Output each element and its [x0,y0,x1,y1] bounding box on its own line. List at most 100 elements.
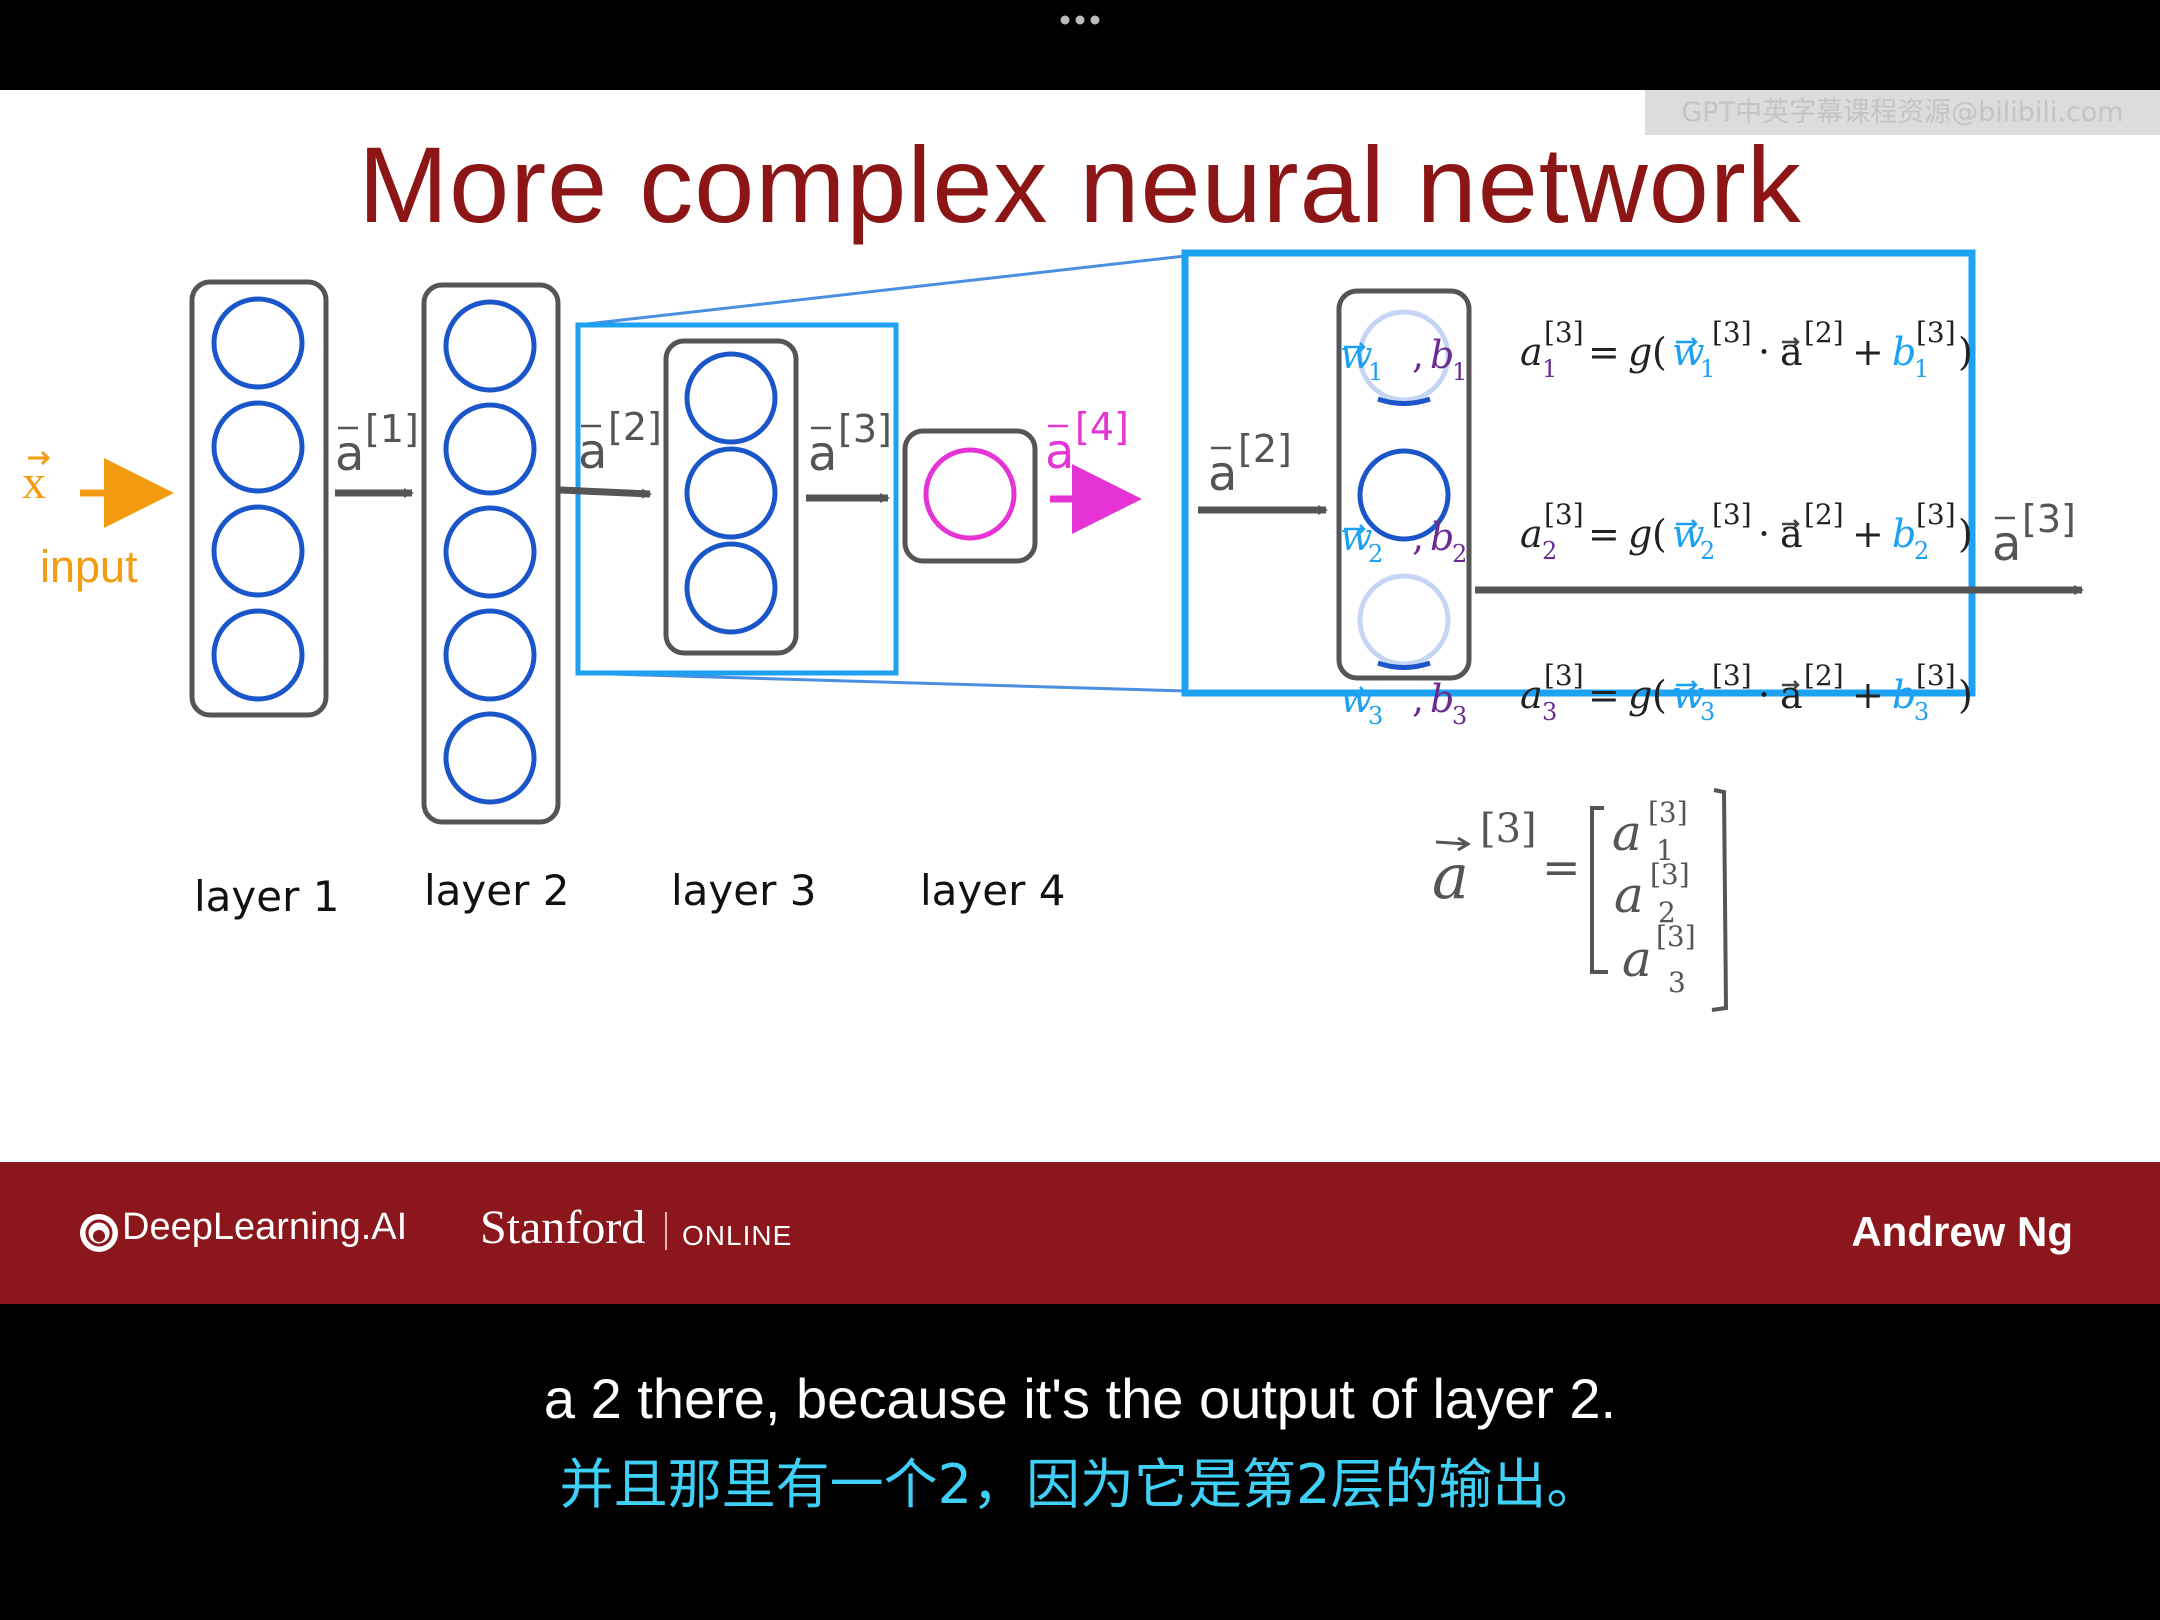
svg-text:2: 2 [1368,540,1383,568]
layer-1-nodes [211,296,305,702]
activation-a2: a [2] [578,405,662,480]
network-diagram: x input a [1] a [2] a [3] a [4] a [2] w … [22,249,2084,1012]
equation-2: a 2 [3] = g ( w 2 [3] · a [2] + b 2 [3] … [1520,498,1973,565]
layer-4-label: layer 4 [920,866,1066,915]
layer-3-nodes [684,351,778,635]
svg-text:3: 3 [1668,966,1686,999]
svg-text:a: a [1045,424,1074,480]
svg-text:3: 3 [1452,702,1467,730]
activation-a1: a [1] [335,407,419,482]
svg-text:1: 1 [1542,355,1557,383]
svg-text:3: 3 [1542,698,1557,726]
video-top-bar [0,0,2160,90]
svg-text:2: 2 [1452,540,1467,568]
svg-text:,: , [1412,515,1424,559]
svg-text:a: a [1614,866,1644,924]
svg-text:[3]: [3] [2022,497,2076,541]
svg-text:b: b [1892,330,1916,374]
unit-params-3: w 3 , b 3 [1340,677,1467,730]
svg-text:): ) [1958,673,1973,717]
input-label: input [40,541,138,592]
svg-text:[3]: [3] [1712,659,1752,692]
layer-2-label: layer 2 [424,866,570,915]
svg-text:1: 1 [1700,355,1715,383]
layer-2-nodes [443,299,537,805]
svg-text:[3]: [3] [1544,316,1584,349]
svg-text:a: a [1612,804,1642,862]
svg-text:[2]: [2] [608,405,662,449]
svg-text:[3]: [3] [838,407,892,451]
svg-text:b: b [1430,677,1454,721]
layer-3-node [684,446,778,540]
layer-1-label: layer 1 [194,872,340,921]
stanford-brand: Stanford [480,1201,646,1254]
svg-text:,: , [1412,333,1424,377]
svg-text:b: b [1892,512,1916,556]
svg-text:b: b [1430,333,1454,377]
slide-footer: DeepLearning.AI Stanford ONLINE Andrew N… [0,1162,2160,1304]
zoom-input-a2: a [2] [1208,427,1292,502]
svg-text:[3]: [3] [1480,806,1537,852]
svg-text:[3]: [3] [1916,316,1956,349]
activation-a3: a [3] [808,407,892,482]
layer-2-node [443,711,537,805]
svg-text:(: ( [1652,673,1667,717]
layer-3-node [684,351,778,445]
svg-text:a: a [1992,516,2021,572]
svg-text:[3]: [3] [1648,796,1688,829]
svg-text:=: = [1588,512,1620,556]
svg-text:a: a [1520,512,1543,556]
svg-text:2: 2 [1914,537,1929,565]
svg-text:3: 3 [1914,698,1929,726]
layer-1-node [211,608,305,702]
zoom-node-3 [1357,573,1451,667]
arrow-2-3 [559,486,652,499]
svg-text:·: · [1758,673,1770,717]
svg-text:): ) [1958,512,1973,556]
svg-text:2: 2 [1700,537,1715,565]
svg-text:a: a [1520,330,1543,374]
svg-text:=: = [1588,330,1620,374]
svg-text:·: · [1758,512,1770,556]
svg-text:a: a [1780,673,1803,717]
layer-1-node [211,504,305,598]
layer-2-node [443,505,537,599]
svg-text:[4]: [4] [1075,405,1129,449]
svg-text:[3]: [3] [1712,498,1752,531]
svg-text:a: a [1780,330,1803,374]
deeplearning-logo-icon [80,1214,118,1252]
svg-text:a: a [1780,512,1803,556]
svg-text:[2]: [2] [1804,316,1844,349]
unit-params-1: w 1 , b 1 [1340,333,1467,386]
svg-text:a: a [1622,930,1652,988]
svg-text:[3]: [3] [1916,659,1956,692]
layer-3-node [684,541,778,635]
svg-text:[3]: [3] [1712,316,1752,349]
svg-text:1: 1 [1452,358,1467,386]
activation-a4: a [4] [1045,405,1129,480]
layer-1-node [211,296,305,390]
svg-text:[2]: [2] [1804,498,1844,531]
svg-text:=: = [1588,673,1620,717]
author-name: Andrew Ng [1851,1208,2073,1255]
layer-2-node [443,299,537,393]
svg-text:a: a [1208,446,1237,502]
stanford-online-label: ONLINE [682,1220,793,1251]
layer-2-node [443,402,537,496]
svg-text:a: a [1432,840,1469,913]
svg-text:+: + [1852,330,1884,374]
svg-text:(: ( [1652,330,1667,374]
svg-text:g: g [1628,330,1652,374]
svg-text:1: 1 [1368,358,1383,386]
svg-text:a: a [335,426,364,482]
brand-divider [665,1212,667,1250]
more-dots-icon[interactable] [1058,10,1102,30]
unit-params-2: w 2 , b 2 [1340,515,1467,568]
subtitle-chinese: 并且那里有一个2，因为它是第2层的输出。 [559,1453,1601,1516]
svg-text:1: 1 [1914,355,1929,383]
svg-text:g: g [1628,512,1652,556]
subtitle-english: a 2 there, because it's the output of la… [543,1367,1617,1430]
svg-text:a: a [1520,673,1543,717]
svg-text:[3]: [3] [1916,498,1956,531]
equation-1: a 1 [3] = g ( w 1 [3] · a [2] + b 1 [3] … [1520,316,1973,383]
